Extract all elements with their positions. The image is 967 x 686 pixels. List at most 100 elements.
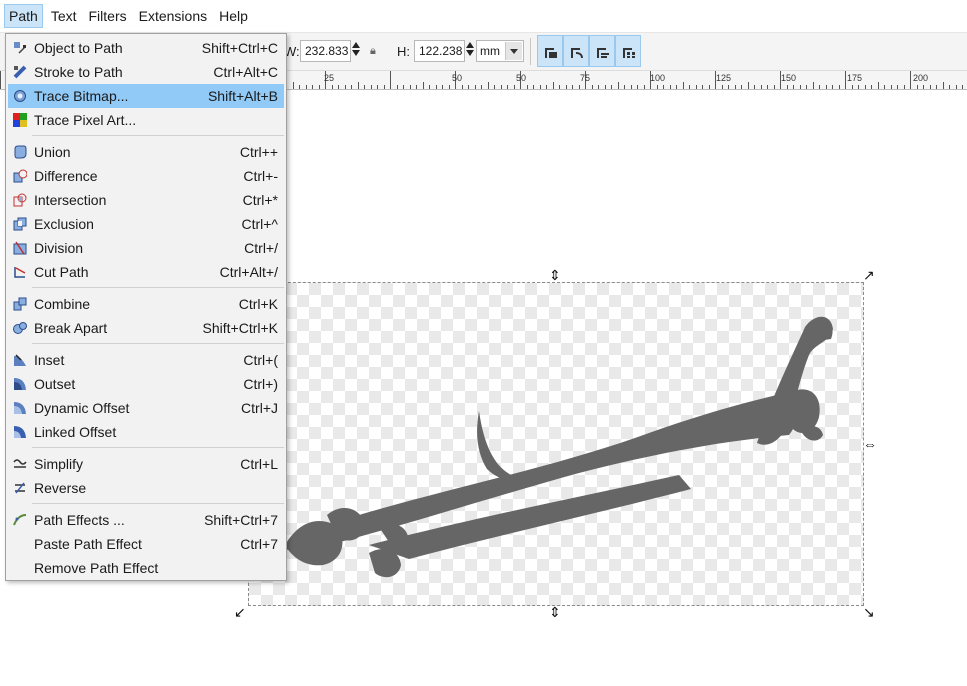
inset-icon <box>14 354 26 366</box>
menu-item-label: Difference <box>34 168 98 184</box>
scale-handle-right[interactable]: ⇔ <box>863 437 877 451</box>
outset-icon <box>14 378 26 390</box>
height-label: H: <box>397 44 410 59</box>
menu-item-cut-path[interactable]: Cut Path Ctrl+Alt+/ <box>8 260 284 284</box>
menu-item-shortcut: Ctrl+* <box>242 192 278 208</box>
scale-corners-toggle[interactable] <box>563 35 589 67</box>
width-spinner[interactable] <box>351 40 361 62</box>
menu-item-shortcut: Ctrl+( <box>243 352 278 368</box>
menu-help[interactable]: Help <box>215 4 252 28</box>
menu-item-label: Inset <box>34 352 65 368</box>
selected-bitmap-image[interactable] <box>248 282 864 606</box>
scale-handle-bottom-right[interactable]: ↘ <box>863 605 875 619</box>
menu-item-label: Stroke to Path <box>34 64 123 80</box>
calligraphy-artwork <box>269 316 833 578</box>
menu-item-shortcut: Ctrl+L <box>240 456 278 472</box>
ruler-label: 25 <box>324 73 335 83</box>
move-patterns-icon <box>623 48 635 58</box>
menu-item-shortcut: Ctrl++ <box>239 144 278 160</box>
menu-item-stroke-to-path[interactable]: Stroke to Path Ctrl+Alt+C <box>8 60 284 84</box>
menu-item-paste-path-effect[interactable]: Paste Path Effect Ctrl+7 <box>8 532 284 556</box>
lock-icon[interactable]: 🔒︎ <box>370 45 376 58</box>
menu-separator <box>32 447 284 448</box>
menu-separator <box>32 343 284 344</box>
menu-text[interactable]: Text <box>47 4 81 28</box>
menu-item-object-to-path[interactable]: Object to Path Shift+Ctrl+C <box>8 36 284 60</box>
scale-handle-top-right[interactable]: ↗ <box>863 268 875 282</box>
menu-item-label: Exclusion <box>34 216 94 232</box>
menu-item-label: Dynamic Offset <box>34 400 130 416</box>
menu-item-division[interactable]: Division Ctrl+/ <box>8 236 284 260</box>
menu-item-shortcut: Shift+Ctrl+K <box>202 320 278 336</box>
path-menu-dropdown: Object to Path Shift+Ctrl+C Stroke to Pa… <box>5 33 287 581</box>
menu-item-shortcut: Ctrl+- <box>243 168 278 184</box>
chevron-down-icon[interactable] <box>505 42 522 60</box>
move-gradients-toggle[interactable] <box>589 35 615 67</box>
menu-item-shortcut: Shift+Ctrl+C <box>201 40 278 56</box>
menu-item-label: Trace Pixel Art... <box>34 112 137 128</box>
trace-pixel-art-icon <box>13 113 27 127</box>
menu-separator <box>32 503 284 504</box>
menu-item-combine[interactable]: Combine Ctrl+K <box>8 292 284 316</box>
height-spinner[interactable] <box>465 40 475 62</box>
menubar: Path Text Filters Extensions Help <box>0 0 967 33</box>
reverse-icon <box>15 482 25 494</box>
menu-item-path-effects[interactable]: Path Effects ... Shift+Ctrl+7 <box>8 508 284 532</box>
menu-item-break-apart[interactable]: Break Apart Shift+Ctrl+K <box>8 316 284 340</box>
menu-item-shortcut: Shift+Ctrl+7 <box>204 512 278 528</box>
menu-item-label: Break Apart <box>34 320 108 336</box>
menu-item-dynamic-offset[interactable]: Dynamic Offset Ctrl+J <box>8 396 284 420</box>
menu-item-outset[interactable]: Outset Ctrl+) <box>8 372 284 396</box>
menu-item-label: Linked Offset <box>34 424 117 440</box>
menu-item-shortcut: Ctrl+) <box>243 376 278 392</box>
menu-item-linked-offset[interactable]: Linked Offset <box>8 420 284 444</box>
menu-item-exclusion[interactable]: Exclusion Ctrl+^ <box>8 212 284 236</box>
menu-item-label: Combine <box>34 296 91 312</box>
scale-handle-bottom-left[interactable]: ↙ <box>234 605 246 619</box>
division-icon <box>13 241 27 255</box>
menu-item-label: Paste Path Effect <box>34 536 142 552</box>
menu-filters[interactable]: Filters <box>85 4 131 28</box>
menu-path[interactable]: Path <box>4 4 43 28</box>
menu-item-label: Simplify <box>34 456 84 472</box>
scale-handle-bottom[interactable]: ⇕ <box>549 605 561 619</box>
move-gradients-icon <box>597 48 609 58</box>
menu-item-label: Union <box>34 144 71 160</box>
menu-item-label: Outset <box>34 376 76 392</box>
menu-item-simplify[interactable]: Simplify Ctrl+L <box>8 452 284 476</box>
object-to-path-icon <box>14 42 26 54</box>
stroke-to-path-icon <box>13 65 27 79</box>
menu-item-union[interactable]: Union Ctrl++ <box>8 140 284 164</box>
height-input[interactable]: 122.238 <box>414 40 465 62</box>
menu-item-label: Reverse <box>34 480 87 496</box>
menu-item-reverse[interactable]: Reverse <box>8 476 284 500</box>
cut-path-icon <box>14 267 26 278</box>
unit-select[interactable]: mm <box>476 40 524 62</box>
ruler-label: 200 <box>913 73 929 83</box>
scale-corners-icon <box>571 48 583 58</box>
menu-item-remove-path-effect[interactable]: Remove Path Effect <box>8 556 284 580</box>
scale-stroke-toggle[interactable] <box>537 35 563 67</box>
menu-extensions[interactable]: Extensions <box>135 4 211 28</box>
ruler-label: 50 <box>516 73 527 83</box>
menu-item-shortcut: Ctrl+K <box>238 296 278 312</box>
menu-item-trace-pixel-art[interactable]: Trace Pixel Art... <box>8 108 284 132</box>
exclusion-icon <box>13 217 27 231</box>
dynamic-offset-icon <box>14 402 26 414</box>
menu-item-label: Division <box>34 240 84 256</box>
menu-item-intersection[interactable]: Intersection Ctrl+* <box>8 188 284 212</box>
difference-icon <box>13 169 27 183</box>
menu-item-label: Intersection <box>34 192 107 208</box>
menu-item-label: Path Effects ... <box>34 512 125 528</box>
menu-item-shortcut: Ctrl+^ <box>241 216 278 232</box>
menu-item-shortcut: Ctrl+/ <box>244 240 278 256</box>
move-patterns-toggle[interactable] <box>615 35 641 67</box>
width-input[interactable]: 232.833 <box>300 40 351 62</box>
menu-item-difference[interactable]: Difference Ctrl+- <box>8 164 284 188</box>
intersection-icon <box>13 193 27 207</box>
menu-separator <box>32 287 284 288</box>
menu-item-shortcut: Ctrl+7 <box>240 536 278 552</box>
scale-handle-top[interactable]: ⇕ <box>549 268 561 282</box>
menu-item-trace-bitmap[interactable]: Trace Bitmap... Shift+Alt+B <box>8 84 284 108</box>
menu-item-inset[interactable]: Inset Ctrl+( <box>8 348 284 372</box>
